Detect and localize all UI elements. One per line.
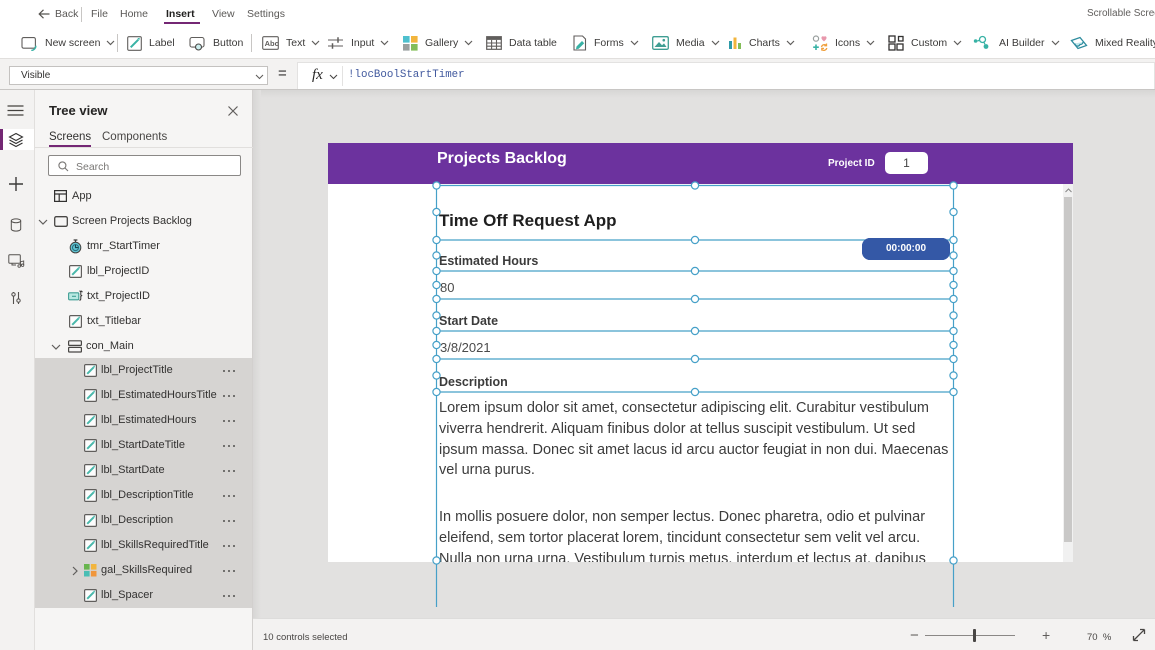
- svg-text:Abc: Abc: [265, 39, 279, 48]
